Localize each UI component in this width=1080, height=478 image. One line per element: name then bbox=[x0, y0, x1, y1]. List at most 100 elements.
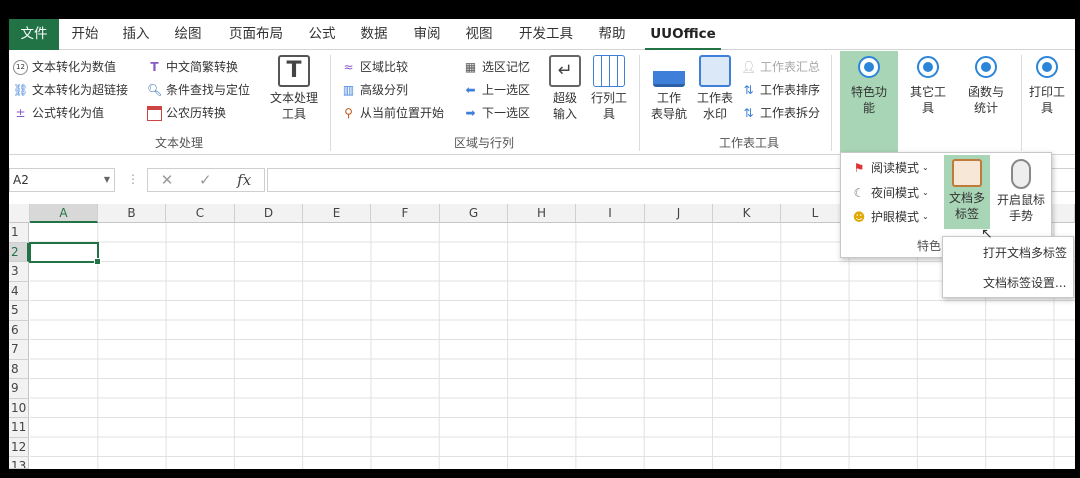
row-header[interactable]: 9 bbox=[9, 379, 29, 399]
cell-area[interactable] bbox=[30, 223, 1075, 469]
column-header[interactable]: B bbox=[98, 204, 166, 223]
previous-selection-button[interactable]: ⬅ 上一选区 bbox=[463, 80, 530, 100]
divider bbox=[330, 55, 331, 151]
super-input-button[interactable]: ↵ 超级 输入 bbox=[545, 55, 585, 122]
doc-tab-submenu: 打开文档多标签 文档标签设置... bbox=[942, 236, 1074, 298]
tab-insert[interactable]: 插入 bbox=[116, 19, 156, 50]
night-mode-button[interactable]: ☾ 夜间模式 ⌄ bbox=[851, 183, 929, 203]
row-header[interactable]: 3 bbox=[9, 262, 29, 282]
chevron-down-icon: ⌄ bbox=[922, 163, 929, 172]
row-header[interactable]: 2 bbox=[9, 242, 29, 262]
column-header[interactable]: H bbox=[508, 204, 576, 223]
column-header[interactable]: G bbox=[440, 204, 508, 223]
row-header[interactable]: 4 bbox=[9, 281, 29, 301]
mouse-gesture-button[interactable]: 开启鼠标 手势 bbox=[993, 155, 1049, 224]
group-label-sheet: 工作表工具 bbox=[718, 136, 779, 150]
column-header[interactable]: C bbox=[166, 204, 235, 223]
mouse-icon bbox=[1011, 159, 1031, 189]
featured-circle-icon bbox=[858, 56, 880, 78]
selection-memory-button[interactable]: ▦ 选区记忆 bbox=[463, 57, 530, 77]
column-header[interactable]: F bbox=[371, 204, 440, 223]
cancel-icon[interactable]: ✕ bbox=[161, 171, 174, 189]
sheet-watermark-button[interactable]: 工作表 水印 bbox=[693, 55, 737, 122]
sheet-sort-button[interactable]: ⇅ 工作表排序 bbox=[741, 80, 820, 100]
active-cell[interactable] bbox=[29, 242, 101, 265]
arrow-left-icon: ⬅ bbox=[465, 82, 476, 97]
screen-frame: 文件 开始 插入 绘图 页面布局 公式 数据 审阅 视图 开发工具 帮助 UUO… bbox=[0, 0, 1080, 478]
menu-item-doc-tab-settings[interactable]: 文档标签设置... bbox=[983, 273, 1066, 293]
row-header[interactable]: 13 bbox=[9, 457, 29, 469]
name-box[interactable]: A2 ▼ bbox=[9, 168, 115, 192]
row-header[interactable]: 8 bbox=[9, 359, 29, 379]
column-header[interactable]: E bbox=[303, 204, 371, 223]
eye-care-mode-button[interactable]: ☻ 护眼模式 ⌄ bbox=[851, 207, 929, 227]
sheet-summary-button[interactable]: 👤︎ 工作表汇总 bbox=[741, 57, 820, 77]
other-tools-circle-icon bbox=[917, 56, 939, 78]
row-header[interactable]: 1 bbox=[9, 223, 29, 243]
text-to-number-button[interactable]: 12 文本转化为数值 bbox=[13, 57, 116, 77]
tab-draw[interactable]: 绘图 bbox=[168, 19, 208, 50]
row-header[interactable]: 12 bbox=[9, 437, 29, 457]
column-header[interactable]: J bbox=[645, 204, 713, 223]
advanced-split-button[interactable]: ▥ 高级分列 bbox=[341, 80, 408, 100]
tab-uuoffice[interactable]: UUOffice bbox=[645, 19, 721, 50]
tab-home[interactable]: 开始 bbox=[65, 19, 105, 50]
next-selection-button[interactable]: ➡ 下一选区 bbox=[463, 103, 530, 123]
tab-developer[interactable]: 开发工具 bbox=[512, 19, 580, 50]
row-header[interactable]: 7 bbox=[9, 340, 29, 360]
tab-page-layout[interactable]: 页面布局 bbox=[222, 19, 290, 50]
chevron-down-icon[interactable]: ▼ bbox=[104, 169, 110, 191]
doc-multi-tab-button[interactable]: 文档多 标签 bbox=[944, 155, 990, 229]
row-header[interactable]: 11 bbox=[9, 418, 29, 438]
sort-icon: ⇅ bbox=[743, 82, 754, 97]
search-icon: 🔍︎ bbox=[147, 82, 163, 97]
panel-group-label: 特色 bbox=[917, 239, 942, 253]
tab-review[interactable]: 审阅 bbox=[407, 19, 447, 50]
table-icon bbox=[593, 55, 625, 87]
function-icon[interactable]: fx bbox=[237, 171, 251, 189]
watermark-image-icon bbox=[699, 55, 731, 87]
conditional-find-button[interactable]: 🔍︎ 条件查找与定位 bbox=[147, 80, 250, 100]
select-all-corner[interactable] bbox=[9, 204, 30, 223]
plus-minus-icon: ± bbox=[15, 105, 26, 120]
row-header[interactable]: 10 bbox=[9, 398, 29, 418]
row-header[interactable]: 6 bbox=[9, 320, 29, 340]
folder-tab-icon bbox=[952, 159, 982, 187]
tab-data[interactable]: 数据 bbox=[354, 19, 394, 50]
text-to-hyperlink-button[interactable]: ⛓ 文本转化为超链接 bbox=[13, 80, 128, 100]
sunglasses-face-icon: ☻ bbox=[852, 210, 866, 224]
tab-formulas[interactable]: 公式 bbox=[302, 19, 342, 50]
sheet-navigation-button[interactable]: 工作 表导航 bbox=[647, 55, 691, 122]
print-tools-button[interactable]: 打印工 具 bbox=[1023, 51, 1071, 116]
text-size-icon: T bbox=[150, 59, 159, 74]
row-column-tools-button[interactable]: 行列工 具 bbox=[587, 55, 631, 122]
lunar-calendar-button[interactable]: 公农历转换 bbox=[147, 103, 226, 123]
tab-view[interactable]: 视图 bbox=[459, 19, 499, 50]
text-tools-button[interactable]: T 文本处理 工具 bbox=[267, 55, 321, 122]
tab-help[interactable]: 帮助 bbox=[592, 19, 632, 50]
column-header[interactable]: A bbox=[30, 204, 98, 223]
column-header[interactable]: K bbox=[713, 204, 781, 223]
start-from-current-button[interactable]: ⚲ 从当前位置开始 bbox=[341, 103, 444, 123]
divider bbox=[1021, 55, 1022, 151]
reading-mode-button[interactable]: ⚑ 阅读模式 ⌄ bbox=[851, 158, 929, 178]
menu-item-open-doc-tabs[interactable]: 打开文档多标签 bbox=[983, 243, 1067, 263]
simplified-traditional-button[interactable]: T 中文简繁转换 bbox=[147, 57, 238, 77]
enter-check-icon[interactable]: ✓ bbox=[199, 171, 212, 189]
divider bbox=[831, 55, 832, 151]
featured-functions-button[interactable]: 特色功 能 bbox=[840, 51, 898, 155]
enter-icon: ↵ bbox=[549, 55, 581, 87]
sheet-split-button[interactable]: ⇅ 工作表拆分 bbox=[741, 103, 820, 123]
functions-statistics-button[interactable]: 函数与 统计 bbox=[960, 51, 1012, 116]
other-tools-button[interactable]: 其它工 具 bbox=[902, 51, 954, 116]
more-options-icon: ⋮ bbox=[127, 172, 139, 186]
range-compare-button[interactable]: ≈ 区域比较 bbox=[341, 57, 408, 77]
column-header[interactable]: I bbox=[576, 204, 645, 223]
formula-to-value-button[interactable]: ± 公式转化为值 bbox=[13, 103, 104, 123]
column-header[interactable]: D bbox=[235, 204, 303, 223]
tab-file[interactable]: 文件 bbox=[9, 19, 59, 50]
link-icon: ⛓ bbox=[13, 82, 29, 97]
row-header[interactable]: 5 bbox=[9, 301, 29, 321]
grid-icon: ▦ bbox=[464, 59, 477, 74]
arrow-right-icon: ➡ bbox=[465, 105, 476, 120]
